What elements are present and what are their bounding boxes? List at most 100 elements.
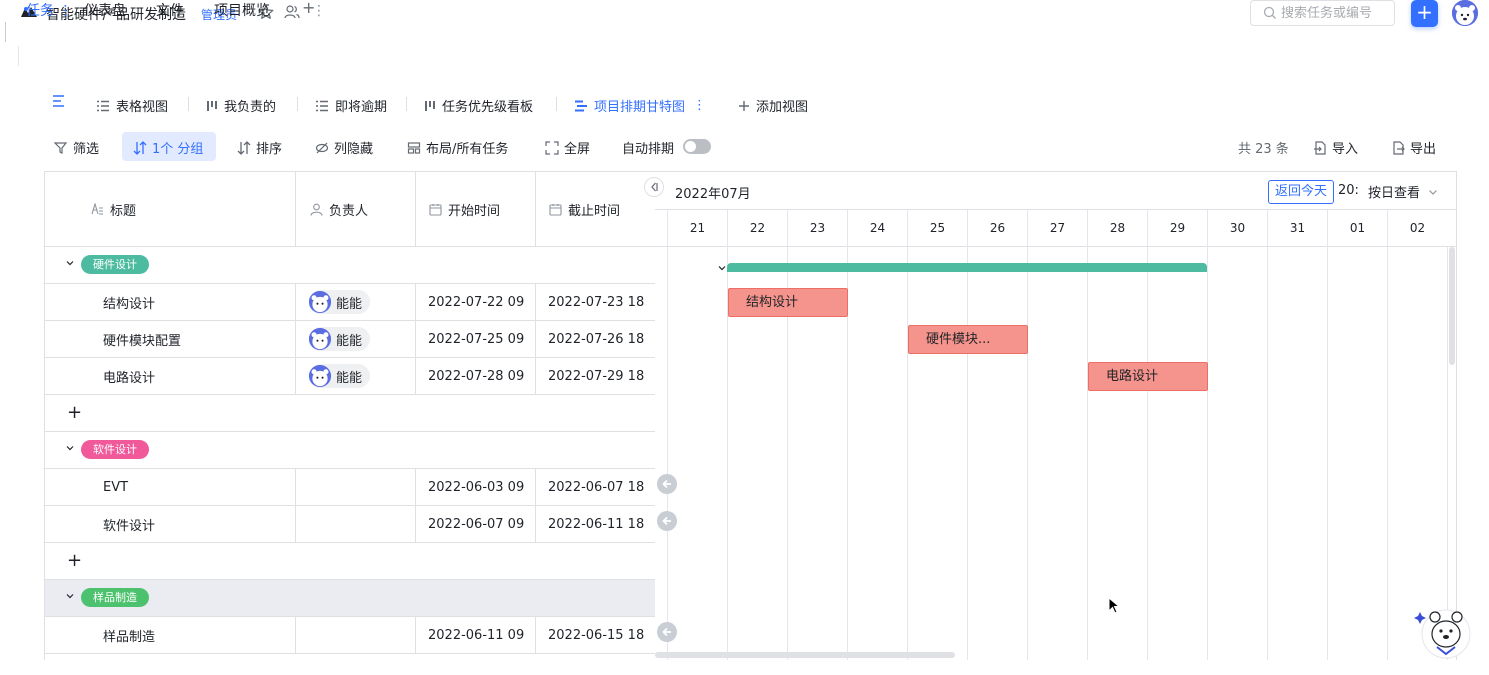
group-summary-bar[interactable] bbox=[727, 263, 1207, 272]
task-title-cell[interactable]: 结构设计 bbox=[45, 284, 296, 320]
tab-files[interactable]: 文件 bbox=[156, 0, 184, 20]
gantt-day-header: 21 22 23 24 25 26 27 28 29 30 31 01 02 bbox=[655, 209, 1456, 248]
chevron-down-icon[interactable] bbox=[717, 263, 727, 273]
fullscreen-button[interactable]: 全屏 bbox=[545, 138, 590, 157]
table-row[interactable]: EVT 2022-06-03 09 2022-06-07 18 bbox=[45, 469, 655, 506]
zoom-label: 按日查看 bbox=[1368, 186, 1421, 201]
column-label: 标题 bbox=[110, 203, 137, 219]
hide-columns-button[interactable]: 列隐藏 bbox=[315, 138, 373, 157]
members-icon[interactable] bbox=[284, 4, 300, 20]
assignee-cell[interactable]: 能能 bbox=[296, 321, 416, 357]
assignee-cell[interactable] bbox=[296, 469, 416, 505]
search-box[interactable] bbox=[1250, 0, 1395, 26]
sort-label: 排序 bbox=[256, 142, 283, 157]
view-list-toggle-icon[interactable] bbox=[52, 95, 66, 107]
end-date-cell[interactable]: 2022-06-15 18 bbox=[536, 617, 655, 653]
column-header-start[interactable]: 开始时间 bbox=[416, 172, 536, 247]
scroll-to-task-button[interactable] bbox=[657, 511, 677, 531]
task-title-cell[interactable]: 样品制造 bbox=[45, 617, 296, 653]
add-row[interactable]: + bbox=[45, 543, 655, 580]
task-title-cell[interactable]: 硬件模块配置 bbox=[45, 321, 296, 357]
task-title-cell[interactable]: EVT bbox=[45, 469, 296, 505]
add-row[interactable]: + bbox=[45, 395, 655, 432]
record-count: 共 23 条 bbox=[1238, 142, 1289, 157]
scroll-to-task-button[interactable] bbox=[657, 474, 677, 494]
start-date-cell[interactable]: 2022-06-07 09 bbox=[416, 506, 536, 542]
start-date-cell[interactable]: 2022-07-25 09 bbox=[416, 321, 536, 357]
app-window: 智能硬件产品研发制造 管理员 ⋮ + bbox=[0, 0, 1489, 675]
start-date-cell[interactable]: 2022-06-03 09 bbox=[416, 469, 536, 505]
sort-button[interactable]: 排序 bbox=[237, 138, 282, 157]
more-icon[interactable]: ⋮ bbox=[693, 98, 706, 113]
vertical-scrollbar[interactable] bbox=[1449, 247, 1455, 365]
day-cell: 31 bbox=[1267, 210, 1327, 248]
end-date-cell[interactable]: 2022-07-29 18 bbox=[536, 358, 655, 394]
chevron-down-icon[interactable] bbox=[65, 258, 75, 268]
gantt-task-bar[interactable]: 硬件模块... bbox=[908, 325, 1028, 354]
grid-line bbox=[1147, 247, 1148, 660]
tab-dashboard[interactable]: 仪表盘 bbox=[84, 0, 126, 20]
grid-line bbox=[1027, 247, 1028, 660]
day-cell: 26 bbox=[967, 210, 1027, 248]
horizontal-scrollbar[interactable] bbox=[655, 652, 955, 658]
add-view-button[interactable]: 添加视图 bbox=[738, 96, 808, 115]
auto-schedule-toggle[interactable] bbox=[683, 139, 711, 154]
assignee-cell[interactable] bbox=[296, 506, 416, 542]
column-header-end[interactable]: 截止时间 bbox=[536, 172, 655, 247]
task-title-cell[interactable]: 软件设计 bbox=[45, 506, 296, 542]
tab-tasks[interactable]: 任务 ⋮ bbox=[26, 0, 72, 20]
layout-button[interactable]: 布局/所有任务 bbox=[407, 138, 508, 157]
grid-line bbox=[1087, 247, 1088, 660]
table-row[interactable]: 软件设计 2022-06-07 09 2022-06-11 18 bbox=[45, 506, 655, 543]
assignee-cell[interactable]: 能能 bbox=[296, 358, 416, 394]
search-input[interactable] bbox=[1281, 4, 1391, 22]
task-title-cell[interactable]: 电路设计 bbox=[45, 358, 296, 394]
user-avatar[interactable] bbox=[1452, 0, 1478, 26]
group-header-row[interactable]: 样品制造 bbox=[45, 580, 655, 617]
gantt-task-bar[interactable]: 电路设计 bbox=[1088, 362, 1208, 391]
chevron-down-icon[interactable] bbox=[65, 443, 75, 453]
sidebar-edge[interactable] bbox=[0, 22, 6, 42]
column-header-assignee[interactable]: 负责人 bbox=[296, 172, 416, 247]
collapse-table-button[interactable] bbox=[644, 177, 664, 197]
kanban-icon bbox=[425, 100, 435, 111]
add-task-button[interactable]: + bbox=[67, 402, 82, 423]
tab-overview[interactable]: 项目概览 bbox=[214, 0, 270, 20]
gantt-task-bar[interactable]: 结构设计 bbox=[728, 288, 848, 317]
group-header-row[interactable]: 硬件设计 bbox=[45, 247, 655, 284]
view-tab-priority-board[interactable]: 任务优先级看板 bbox=[424, 96, 533, 115]
zoom-select[interactable]: 按日查看 bbox=[1368, 182, 1438, 201]
table-row[interactable]: 样品制造 2022-06-11 09 2022-06-15 18 bbox=[45, 617, 655, 654]
start-date-cell[interactable]: 2022-07-28 09 bbox=[416, 358, 536, 394]
add-task-button[interactable]: + bbox=[67, 550, 82, 571]
assignee-cell[interactable]: 能能 bbox=[296, 284, 416, 320]
end-date-cell[interactable]: 2022-06-11 18 bbox=[536, 506, 655, 542]
view-tab-overdue[interactable]: 即将逾期 bbox=[315, 96, 387, 115]
layout-icon bbox=[407, 141, 421, 154]
table-row[interactable]: 硬件模块配置 能能 2022-07-25 09 2022-07-26 18 bbox=[45, 321, 655, 358]
assistant-mascot-icon[interactable] bbox=[1413, 604, 1471, 660]
filter-button[interactable]: 筛选 bbox=[54, 138, 99, 157]
view-tab-table[interactable]: 表格视图 bbox=[96, 96, 168, 115]
start-date-cell[interactable]: 2022-06-11 09 bbox=[416, 617, 536, 653]
scroll-to-task-button[interactable] bbox=[657, 622, 677, 642]
chevron-down-icon[interactable] bbox=[65, 591, 75, 601]
end-date-cell[interactable]: 2022-06-07 18 bbox=[536, 469, 655, 505]
divider bbox=[556, 97, 557, 111]
assignee-cell[interactable] bbox=[296, 617, 416, 653]
table-row[interactable]: 电路设计 能能 2022-07-28 09 2022-07-29 18 bbox=[45, 358, 655, 395]
view-tab-mine[interactable]: 我负责的 bbox=[206, 96, 276, 115]
end-date-cell[interactable]: 2022-07-23 18 bbox=[536, 284, 655, 320]
group-header-row[interactable]: 软件设计 bbox=[45, 432, 655, 469]
end-date-cell[interactable]: 2022-07-26 18 bbox=[536, 321, 655, 357]
add-tab-button[interactable]: + bbox=[302, 0, 315, 17]
create-button[interactable]: + bbox=[1411, 0, 1438, 27]
view-tab-gantt[interactable]: 项目排期甘特图 ⋮ bbox=[574, 96, 706, 115]
group-button[interactable]: 1个 分组 bbox=[133, 138, 203, 157]
table-row[interactable]: 结构设计 能能 2022-07-22 09 2022-07-23 18 bbox=[45, 284, 655, 321]
column-header-title[interactable]: 标题 bbox=[45, 172, 296, 247]
import-button[interactable]: 导入 bbox=[1313, 138, 1358, 157]
export-button[interactable]: 导出 bbox=[1391, 138, 1436, 157]
start-date-cell[interactable]: 2022-07-22 09 bbox=[416, 284, 536, 320]
back-to-today-button[interactable]: 返回今天 bbox=[1268, 180, 1335, 204]
